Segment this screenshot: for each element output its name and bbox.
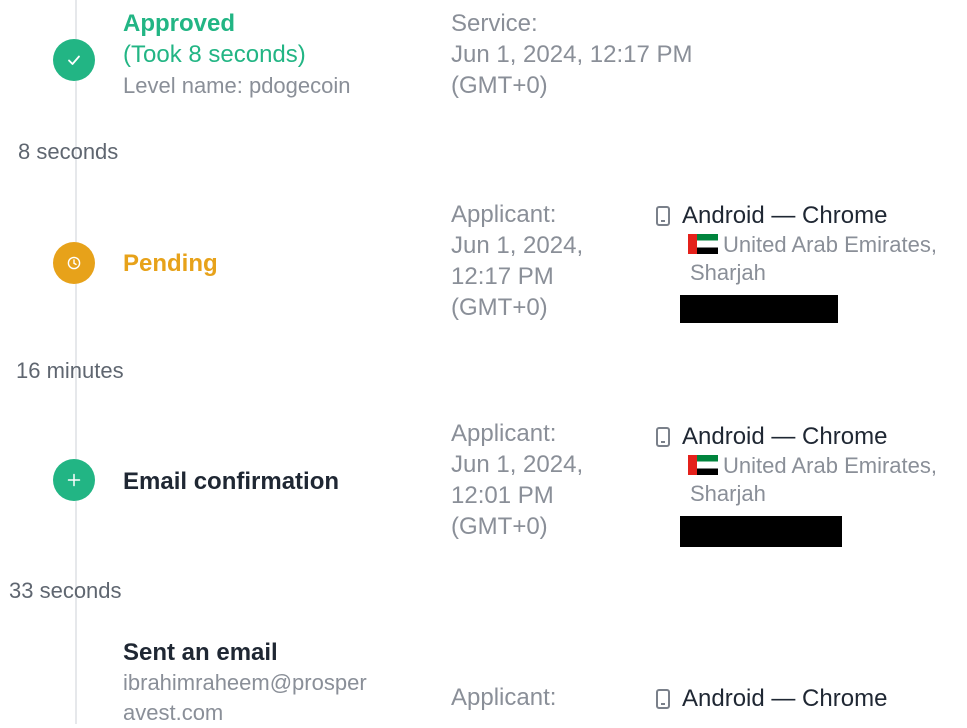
level-name: Level name: pdogecoin: [123, 73, 351, 98]
location-country: United Arab Emirates,: [723, 232, 937, 257]
event-meta: Applicant:: [451, 682, 641, 713]
meta-source: Applicant:: [451, 684, 557, 711]
phone-icon: [656, 688, 670, 709]
event-meta: Service: Jun 1, 2024, 12:17 PM (GMT+0): [451, 8, 791, 101]
event-meta: Applicant: Jun 1, 2024, 12:01 PM (GMT+0): [451, 418, 641, 542]
meta-date: Jun 1, 2024,: [451, 451, 584, 478]
meta-timezone: (GMT+0): [451, 294, 548, 321]
meta-source: Applicant:: [451, 201, 557, 228]
location-city: Sharjah: [690, 481, 766, 506]
meta-time: 12:17 PM: [451, 263, 554, 290]
check-icon: [68, 55, 80, 65]
event-status: Email confirmation: [123, 468, 340, 495]
event-status: Approved: [123, 10, 236, 37]
meta-timezone: (GMT+0): [451, 72, 548, 99]
email-confirmation-status-icon: [53, 459, 95, 501]
event-status: Pending: [123, 250, 218, 277]
clock-icon: [67, 256, 81, 270]
device-info: Android — Chrome: [654, 683, 967, 714]
approved-status-icon: [53, 39, 95, 81]
meta-source: Applicant:: [451, 420, 557, 447]
device-name: Android — Chrome: [682, 685, 888, 712]
timeline-gap-duration: 8 seconds: [18, 139, 119, 164]
device-name: Android — Chrome: [682, 202, 888, 229]
uae-flag-icon: [688, 455, 718, 475]
pending-status-icon: [53, 242, 95, 284]
device-name: Android — Chrome: [682, 423, 888, 450]
meta-timezone: (GMT+0): [451, 513, 548, 540]
device-info: Android — Chrome United Arab Emirates, S…: [654, 200, 967, 323]
redacted-block: [680, 516, 842, 547]
event-status: Sent an email: [123, 639, 278, 666]
plus-icon: [67, 473, 81, 487]
meta-time: 12:01 PM: [451, 482, 554, 509]
event-meta: Applicant: Jun 1, 2024, 12:17 PM (GMT+0): [451, 199, 641, 323]
event-duration-note: (Took 8 seconds): [123, 41, 306, 68]
email-address-line1: ibrahimraheem@prosper: [123, 670, 367, 695]
meta-source: Service:: [451, 10, 538, 37]
location-city: Sharjah: [690, 260, 766, 285]
timeline-gap-duration: 33 seconds: [9, 578, 122, 603]
redacted-block: [680, 295, 838, 323]
timeline-gap-duration: 16 minutes: [16, 358, 124, 383]
phone-icon: [656, 426, 670, 447]
phone-icon: [656, 205, 670, 226]
location-country: United Arab Emirates,: [723, 453, 937, 478]
device-info: Android — Chrome United Arab Emirates, S…: [654, 421, 967, 547]
meta-date: Jun 1, 2024, 12:17 PM: [451, 41, 693, 68]
meta-date: Jun 1, 2024,: [451, 232, 584, 259]
uae-flag-icon: [688, 234, 718, 254]
